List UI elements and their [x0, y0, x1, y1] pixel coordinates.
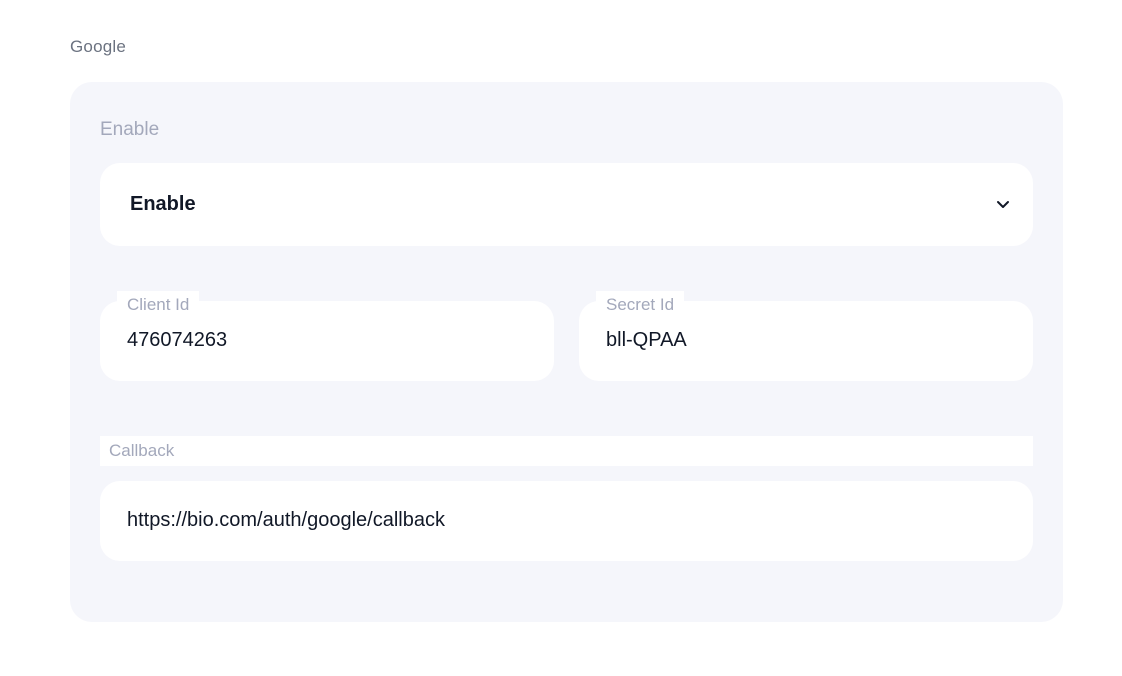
secret-id-field[interactable]: Secret Id bll-QPAA	[579, 291, 1033, 381]
enable-label: Enable	[100, 119, 160, 140]
enable-select[interactable]: Enable	[100, 163, 1033, 246]
secret-id-value: bll-QPAA	[606, 329, 687, 351]
enable-select-value: Enable	[130, 193, 196, 215]
callback-value: https://bio.com/auth/google/callback	[127, 509, 445, 531]
chevron-down-icon	[997, 201, 1009, 208]
callback-label: Callback	[109, 441, 175, 460]
client-id-label: Client Id	[117, 291, 200, 319]
client-id-value: 476074263	[127, 329, 227, 351]
callback-label-bar: Callback	[100, 436, 1033, 466]
section-title: Google	[70, 37, 127, 56]
client-id-field[interactable]: Client Id 476074263	[100, 291, 554, 381]
google-settings-card: Enable Enable Client Id 476074263 Secret…	[70, 82, 1063, 622]
callback-field[interactable]: https://bio.com/auth/google/callback	[100, 481, 1033, 561]
secret-id-label: Secret Id	[596, 291, 685, 319]
